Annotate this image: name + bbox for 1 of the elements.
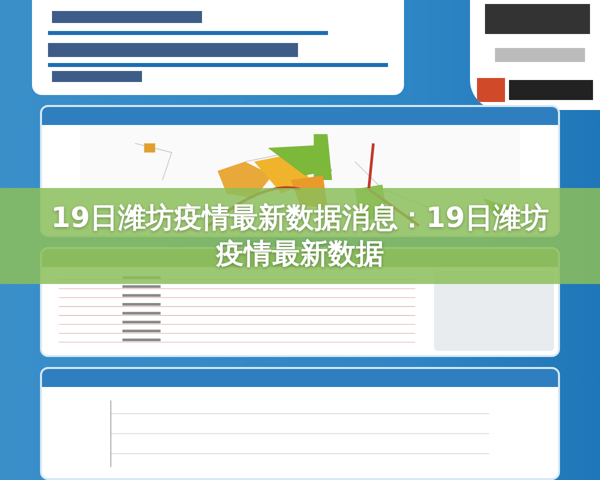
banner-title: 19日潍坊疫情最新数据消息：19日潍坊疫情最新数据 bbox=[50, 200, 550, 272]
